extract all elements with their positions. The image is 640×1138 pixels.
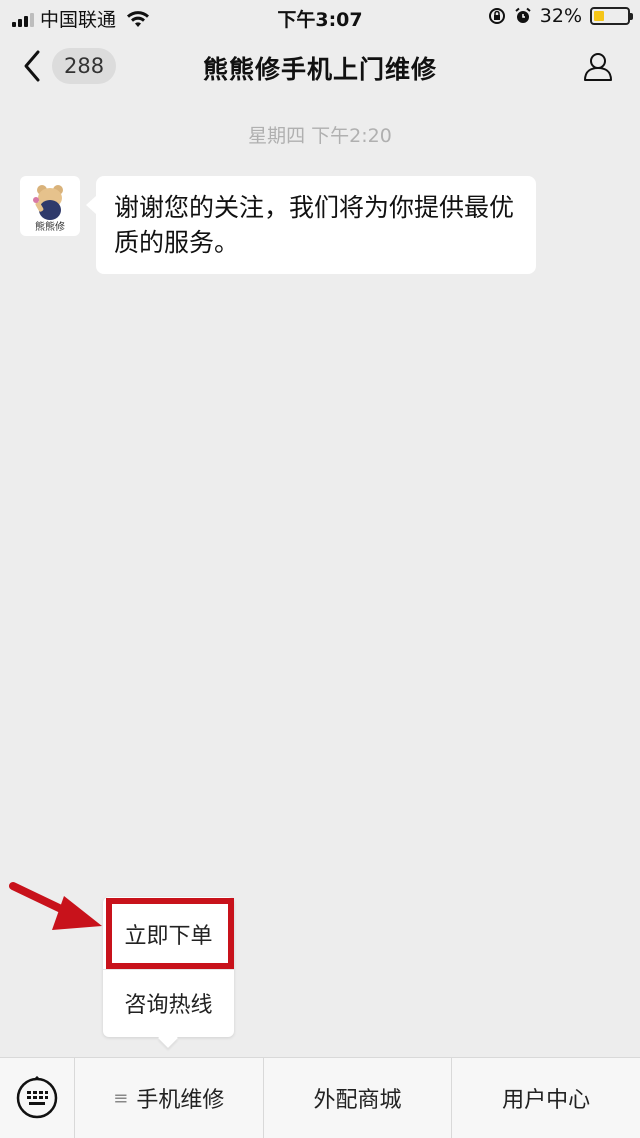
battery-fill: [594, 11, 605, 21]
alarm-icon: [515, 7, 531, 23]
avatar-text: 熊熊修: [35, 220, 65, 233]
tab-user-center-label: 用户中心: [502, 1088, 591, 1113]
status-right: 32%: [488, 5, 633, 27]
tab-accessories-mall[interactable]: 外配商城: [264, 1058, 453, 1138]
page-title: 熊熊修手机上门维修: [202, 55, 437, 84]
profile-icon[interactable]: [582, 50, 614, 82]
bear-logo-icon: 熊熊修: [33, 185, 65, 233]
tab-user-center[interactable]: 用户中心: [452, 1058, 640, 1138]
tab-phone-repair-label: 手机维修: [136, 1088, 225, 1113]
message-bubble: 谢谢您的关注，我们将为你提供最优质的服务。: [86, 176, 536, 274]
bottom-menu-bar: ≡ 手机维修 外配商城 用户中心: [0, 1057, 640, 1138]
keyboard-icon: [16, 1076, 58, 1119]
status-bar: 中国联通 下午3:07 32%: [0, 0, 640, 34]
message-row: 熊熊修 谢谢您的关注，我们将为你提供最优质的服务。: [20, 176, 536, 274]
message-timestamp: 星期四 下午2:20: [248, 125, 392, 147]
chat-screen: 中国联通 下午3:07 32% 288 熊熊修手机上门维修 星期四 下午2:20…: [0, 0, 640, 1138]
red-arrow-annotation: [9, 882, 102, 930]
battery-percent: 32%: [539, 5, 582, 27]
battery-icon: [590, 7, 633, 25]
tab-phone-repair[interactable]: ≡ 手机维修: [75, 1058, 264, 1138]
submenu-lines-icon: ≡: [113, 1087, 129, 1109]
lock-rotation-icon: [488, 8, 505, 24]
navigation-bar: 288 熊熊修手机上门维修: [0, 34, 640, 98]
keyboard-toggle-button[interactable]: [0, 1058, 75, 1138]
submenu-popup: 立即下单 咨询热线: [103, 897, 234, 1037]
avatar[interactable]: 熊熊修: [20, 176, 80, 236]
menu-item-order-now[interactable]: 立即下单: [103, 901, 234, 967]
menu-item-consult-hotline[interactable]: 咨询热线: [103, 969, 234, 1035]
tab-accessories-mall-label: 外配商城: [313, 1088, 402, 1113]
